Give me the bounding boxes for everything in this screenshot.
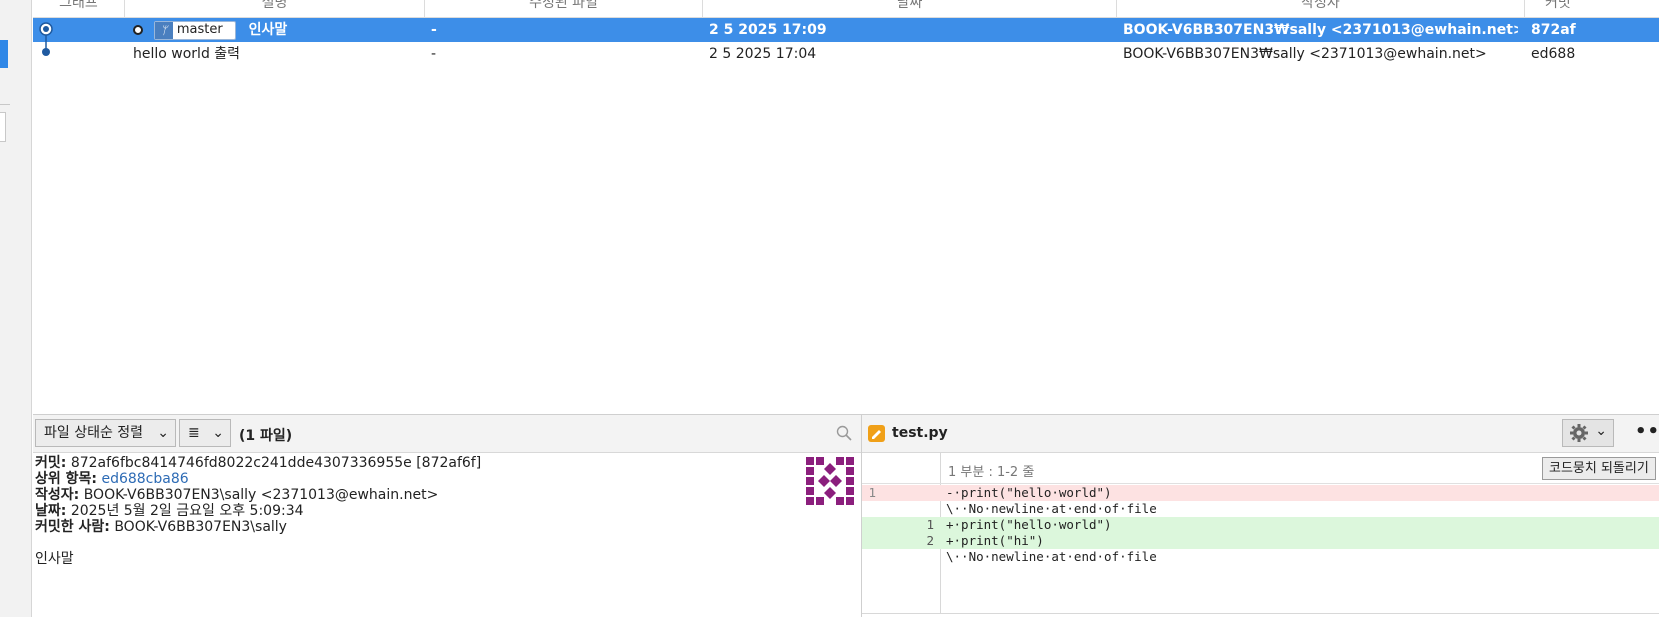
commit-list-header: 그래프 설명 수정된 파일 날짜 작성자 커밋 xyxy=(33,0,1659,18)
graph-node-icon xyxy=(39,22,53,42)
commit-details: 커밋: 872af6fbc8414746fd8022c241dde4307336… xyxy=(35,455,815,567)
commit-message: hello world 출력 xyxy=(133,46,241,62)
diff-code: +·print("hi") xyxy=(946,533,1044,548)
commit-list: 그래프 설명 수정된 파일 날짜 작성자 커밋 ᛘ master 인사말 - 2… xyxy=(33,0,1659,414)
branch-tag[interactable]: ᛘ master xyxy=(153,20,236,40)
author-line: 작성자: BOOK-V6BB307EN3\sally <2371013@ewha… xyxy=(35,487,815,503)
head-indicator-icon xyxy=(133,25,143,35)
files-cell: - xyxy=(431,46,437,62)
diff-line-add[interactable]: 2 +·print("hi") xyxy=(862,533,1659,549)
diff-file-name: test.py xyxy=(892,425,948,441)
commit-id-value: 872af6fbc8414746fd8022c241dde4307336955e… xyxy=(70,455,482,471)
diff-code: +·print("hello·world") xyxy=(946,517,1112,532)
old-line-number: 1 xyxy=(868,485,876,500)
revert-hunk-button[interactable]: 코드뭉치 되돌리기 xyxy=(1542,457,1656,480)
hunk-header: 1 부분 : 1-2 줄 코드뭉치 되돌리기 xyxy=(862,453,1659,484)
commit-message-body: 인사말 xyxy=(35,551,74,567)
commit-id-label: 커밋: xyxy=(35,455,67,471)
branch-icon: ᛘ xyxy=(154,21,173,39)
sidebar xyxy=(0,0,32,617)
parent-label: 상위 항목: xyxy=(35,471,97,487)
author-label: 작성자: xyxy=(35,487,80,503)
diff-toolbar: test.py ⌄ ••• xyxy=(862,415,1659,453)
diff-line-ctx[interactable]: \··No·newline·at·end·of·file xyxy=(862,549,1659,565)
diff-code: \··No·newline·at·end·of·file xyxy=(946,549,1157,564)
new-line-number: 1 xyxy=(926,517,934,532)
date-line: 날짜: 2025년 5월 2일 금요일 오후 5:09:34 xyxy=(35,503,815,519)
files-cell: - xyxy=(431,22,437,38)
date-cell: 2 5 2025 17:09 xyxy=(709,22,827,38)
file-count: (1 파일) xyxy=(239,428,293,444)
diff-code: -·print("hello·world") xyxy=(946,485,1112,500)
graph-cell xyxy=(33,42,125,66)
sidebar-selected-item[interactable] xyxy=(0,40,8,68)
search-icon[interactable] xyxy=(835,424,853,442)
description-cell: ᛘ master 인사말 xyxy=(133,18,423,42)
committer-value: BOOK-V6BB307EN3\sally xyxy=(114,519,287,535)
parent-line: 상위 항목: ed688cba86 xyxy=(35,471,815,487)
file-toolbar: 파일 상태순 정렬 ⌄ ≣ ⌄ (1 파일) xyxy=(33,415,861,453)
diff-line-add[interactable]: 1 +·print("hello·world") xyxy=(862,517,1659,533)
commit-row[interactable]: hello world 출력 - 2 5 2025 17:04 BOOK-V6B… xyxy=(33,42,1659,66)
diff-lines: 1 -·print("hello·world") \··No·newline·at·… xyxy=(862,485,1659,565)
author-cell: BOOK-V6BB307EN3₩sally <2371013@ewhain.ne… xyxy=(1123,46,1487,62)
column-commit[interactable]: 커밋 xyxy=(1525,0,1659,18)
commit-id-line: 커밋: 872af6fbc8414746fd8022c241dde4307336… xyxy=(35,455,815,471)
sidebar-filter-box[interactable] xyxy=(0,112,6,142)
sidebar-divider xyxy=(0,104,10,105)
column-description[interactable]: 설명 xyxy=(125,0,425,18)
more-options-icon[interactable]: ••• xyxy=(1635,421,1659,442)
graph-cell xyxy=(33,18,125,42)
branch-label: master xyxy=(176,22,223,37)
column-graph[interactable]: 그래프 xyxy=(33,0,125,18)
modified-file-icon xyxy=(868,425,885,442)
diff-line-del[interactable]: 1 -·print("hello·world") xyxy=(862,485,1659,501)
settings-dropdown[interactable]: ⌄ xyxy=(1562,419,1614,447)
parent-link[interactable]: ed688cba86 xyxy=(101,471,188,487)
column-author[interactable]: 작성자 xyxy=(1117,0,1525,18)
chevron-down-icon: ⌄ xyxy=(157,425,169,441)
hash-cell: ed688 xyxy=(1531,46,1576,62)
sourcetree-window: 그래프 설명 수정된 파일 날짜 작성자 커밋 ᛘ master 인사말 - 2… xyxy=(0,0,1659,617)
committer-line: 커밋한 사람: BOOK-V6BB307EN3\sally xyxy=(35,519,815,535)
date-cell: 2 5 2025 17:04 xyxy=(709,46,817,62)
gear-icon xyxy=(1570,424,1588,442)
author-cell: BOOK-V6BB307EN3₩sally <2371013@ewhain.ne… xyxy=(1123,22,1518,38)
chevron-down-icon: ⌄ xyxy=(212,425,224,441)
diff-bottom-border xyxy=(862,613,1659,614)
sort-label: 파일 상태순 정렬 xyxy=(44,425,144,441)
diff-code: \··No·newline·at·end·of·file xyxy=(946,501,1157,516)
graph-node-icon xyxy=(42,42,50,56)
author-avatar-icon xyxy=(806,457,854,505)
committer-label: 커밋한 사람: xyxy=(35,519,110,535)
file-details-pane: 파일 상태순 정렬 ⌄ ≣ ⌄ (1 파일) 커밋: 872af6fbc8414… xyxy=(33,414,861,617)
column-files[interactable]: 수정된 파일 xyxy=(425,0,703,18)
view-mode-dropdown[interactable]: ≣ ⌄ xyxy=(179,419,231,447)
hash-cell: 872af xyxy=(1531,22,1576,38)
date-label: 날짜: xyxy=(35,503,67,519)
column-date[interactable]: 날짜 xyxy=(703,0,1117,18)
date-value: 2025년 5월 2일 금요일 오후 5:09:34 xyxy=(70,503,304,519)
chevron-down-icon: ⌄ xyxy=(1595,423,1607,439)
commit-message: 인사말 xyxy=(248,22,288,38)
list-view-icon: ≣ xyxy=(188,425,200,441)
sort-dropdown[interactable]: 파일 상태순 정렬 ⌄ xyxy=(35,419,176,447)
hunk-title: 1 부분 : 1-2 줄 xyxy=(948,465,1035,480)
diff-pane: test.py ⌄ ••• 1 부분 : 1-2 줄 코드뭉치 되돌리기 1 -·… xyxy=(861,414,1659,617)
diff-line-ctx[interactable]: \··No·newline·at·end·of·file xyxy=(862,501,1659,517)
commit-row[interactable]: ᛘ master 인사말 - 2 5 2025 17:09 BOOK-V6BB30… xyxy=(33,18,1659,42)
new-line-number: 2 xyxy=(926,533,934,548)
author-value: BOOK-V6BB307EN3\sally <2371013@ewhain.ne… xyxy=(83,487,439,503)
